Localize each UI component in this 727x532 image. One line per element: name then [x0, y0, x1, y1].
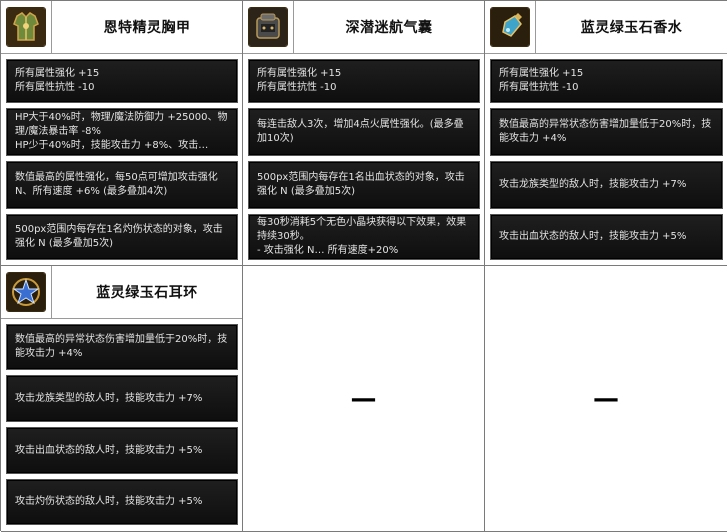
- empty-placeholder: —: [485, 266, 727, 531]
- empty-dash: —: [593, 383, 619, 414]
- stat-line: 数值最高的异常状态伤害增加量低于20%时，技能攻击力 +4%: [6, 324, 238, 370]
- empty-dash: —: [350, 383, 377, 414]
- perfume-bottle-icon[interactable]: [490, 7, 530, 47]
- stat-line: 攻击出血状态的敌人时，技能攻击力 +5%: [6, 427, 238, 474]
- chest-armor-icon[interactable]: [6, 7, 46, 47]
- star-earring-icon[interactable]: [6, 272, 46, 312]
- item-title: 蓝灵绿玉石香水: [580, 20, 683, 36]
- stat-line: HP大于40%时，物理/魔法防御力 +25000、物理/魔法暴击率 -8% HP…: [6, 108, 238, 156]
- icon-frame: [1, 266, 52, 318]
- item-header: 蓝灵绿玉石耳环: [1, 266, 242, 319]
- item-card-perfume: 蓝灵绿玉石香水 所有属性强化 +15 所有属性抗性 -10 数值最高的异常状态伤…: [485, 1, 727, 266]
- stat-line: 500px范围内每存在1名灼伤状态的对象，攻击强化 N (最多叠加5次): [6, 214, 238, 260]
- item-header: 蓝灵绿玉石香水: [485, 1, 727, 54]
- stat-line: 数值最高的属性强化，每50点可增加攻击强化 N、所有速度 +6% (最多叠加4次…: [6, 161, 238, 209]
- item-card-earring: 蓝灵绿玉石耳环 数值最高的异常状态伤害增加量低于20%时，技能攻击力 +4% 攻…: [1, 266, 243, 532]
- icon-frame: [1, 1, 52, 53]
- item-header: 深潜迷航气囊: [243, 1, 484, 54]
- item-card-airbag: 深潜迷航气囊 所有属性强化 +15 所有属性抗性 -10 每连击敌人3次，增加4…: [243, 1, 485, 266]
- stat-line: 攻击龙族类型的敌人时，技能攻击力 +7%: [6, 375, 238, 422]
- equipment-table: 恩特精灵胸甲 所有属性强化 +15 所有属性抗性 -10 HP大于40%时，物理…: [0, 0, 727, 532]
- stat-line: 攻击出血状态的敌人时，技能攻击力 +5%: [490, 214, 723, 260]
- stat-line: 攻击灼伤状态的敌人时，技能攻击力 +5%: [6, 479, 238, 525]
- stat-line: 每连击敌人3次，增加4点火属性强化。(最多叠加10次): [248, 108, 480, 156]
- stat-line: 数值最高的异常状态伤害增加量低于20%时，技能攻击力 +4%: [490, 108, 723, 156]
- item-title: 深潜迷航气囊: [345, 20, 433, 36]
- stat-line: 所有属性强化 +15 所有属性抗性 -10: [6, 59, 238, 103]
- stat-line: 500px范围内每存在1名出血状态的对象，攻击强化 N (最多叠加5次): [248, 161, 480, 209]
- stat-line: 每30秒消耗5个无色小晶块获得以下效果，效果持续30秒。 - 攻击强化 N… 所…: [248, 214, 480, 260]
- empty-placeholder: —: [243, 266, 484, 531]
- icon-frame: [243, 1, 294, 53]
- item-title: 恩特精灵胸甲: [103, 20, 191, 36]
- stat-line: 所有属性强化 +15 所有属性抗性 -10: [490, 59, 723, 103]
- empty-cell: —: [485, 266, 727, 532]
- item-header: 恩特精灵胸甲: [1, 1, 242, 54]
- item-card-chest: 恩特精灵胸甲 所有属性强化 +15 所有属性抗性 -10 HP大于40%时，物理…: [1, 1, 243, 266]
- airbag-pack-icon[interactable]: [248, 7, 288, 47]
- empty-cell: —: [243, 266, 485, 532]
- item-title: 蓝灵绿玉石耳环: [96, 285, 198, 301]
- icon-frame: [485, 1, 536, 53]
- stat-line: 攻击龙族类型的敌人时，技能攻击力 +7%: [490, 161, 723, 209]
- stat-line: 所有属性强化 +15 所有属性抗性 -10: [248, 59, 480, 103]
